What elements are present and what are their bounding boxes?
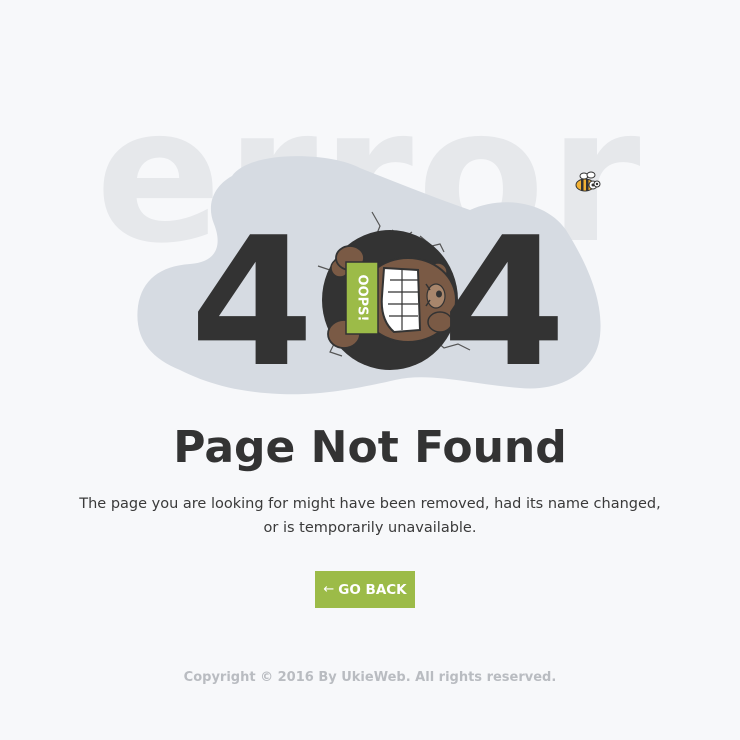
code-digit-right: 4	[442, 199, 566, 406]
go-back-button[interactable]: ← GO BACK	[315, 571, 415, 608]
hero-illustration: error 4	[0, 0, 740, 420]
arrow-left-icon: ←	[323, 582, 335, 597]
description-line-1: The page you are looking for might have …	[79, 496, 661, 512]
footer-copyright: Copyright © 2016 By UkieWeb. All rights …	[183, 670, 557, 685]
go-back-label: GO BACK	[338, 581, 407, 598]
error-description: The page you are looking for might have …	[70, 492, 670, 540]
code-digit-left: 4	[190, 199, 314, 406]
page-title: Page Not Found	[173, 422, 567, 473]
oops-sign-text: OOPS!	[355, 275, 370, 322]
hero-svg: error 4	[95, 67, 640, 406]
description-line-2: or is temporarily unavailable.	[263, 520, 477, 536]
oops-sign: OOPS!	[345, 261, 379, 335]
